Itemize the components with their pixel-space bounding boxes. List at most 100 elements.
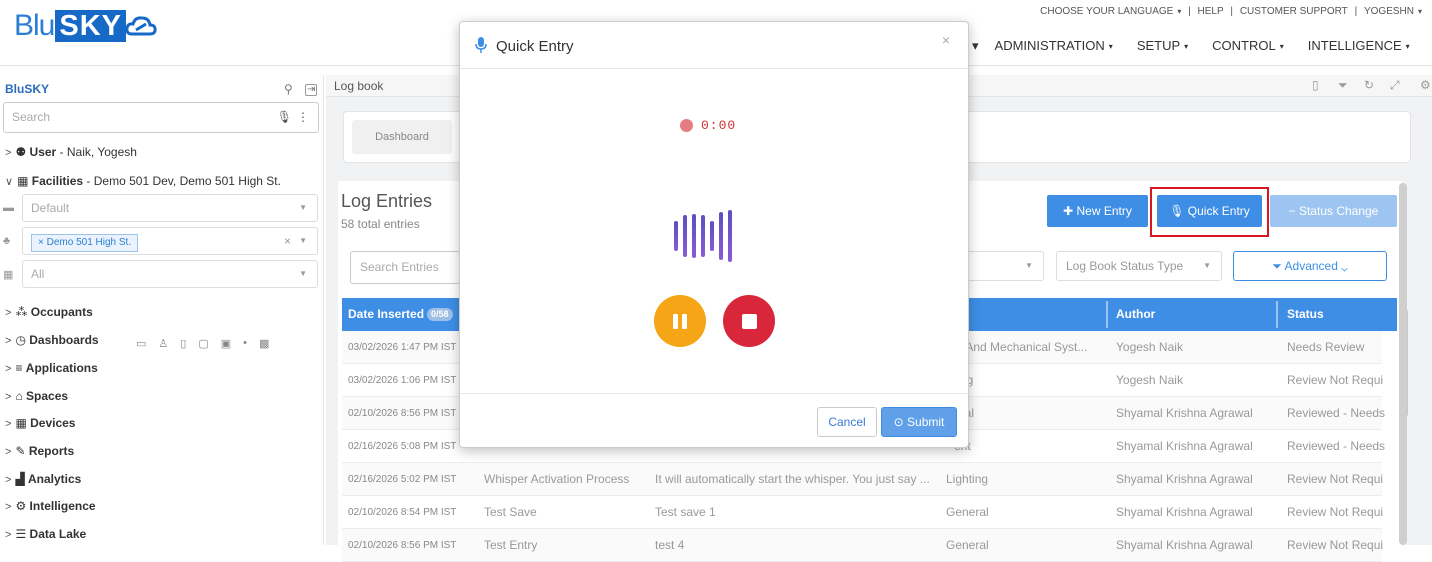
cell-description: test 4 (655, 538, 685, 552)
cell-author: Shyamal Krishna Agrawal (1116, 472, 1253, 486)
settings-icon[interactable]: ⚙ (1420, 78, 1431, 92)
pause-icon (673, 313, 678, 329)
chevron-right-icon: > (5, 418, 12, 430)
facility-multiselect[interactable]: × Demo 501 High St. × ▼ (22, 227, 318, 255)
building-icon: ▦ (17, 174, 32, 188)
check-circle-icon: ⊙ (893, 415, 908, 429)
stop-button[interactable] (723, 295, 775, 347)
status-type-placeholder: Log Book Status Type (1066, 259, 1184, 273)
save-icon[interactable]: ▣ (221, 337, 231, 350)
chevron-down-icon: ▼ (299, 269, 307, 278)
sidebar-item-devices[interactable]: > ▦ Devices (5, 416, 75, 430)
col-author[interactable]: Author (1116, 298, 1155, 331)
search-entries-input[interactable]: Search Entries (350, 251, 460, 284)
chevron-right-icon: > (5, 147, 12, 159)
cell-date: 03/02/2026 1:06 PM IST (348, 375, 457, 386)
status-change-button[interactable]: − Status Change (1270, 195, 1397, 227)
submit-button[interactable]: ⊙ Submit (881, 407, 957, 437)
cell-status: Reviewed - Needs (1287, 406, 1386, 420)
status-type-select[interactable]: Log Book Status Type ▼ (1056, 251, 1222, 281)
tab-dashboard[interactable]: Dashboard (352, 120, 452, 154)
user-menu-link[interactable]: YOGESHN (1364, 6, 1414, 17)
scrollbar-thumb[interactable] (1399, 183, 1407, 545)
hierarchy-icon: ♣ (3, 235, 11, 247)
facility-all-select[interactable]: All ▼ (22, 260, 318, 288)
tree-user[interactable]: > ⚉ User - Naik, Yogesh (5, 145, 137, 159)
pause-button[interactable] (654, 295, 706, 347)
chevron-down-icon: ▾ (1184, 42, 1189, 52)
panel-scrollbar[interactable] (1398, 169, 1408, 545)
sidebar-search-input[interactable]: Search 🎙 ⋮ (3, 102, 319, 133)
modal-title: Quick Entry (496, 38, 574, 55)
col-date-inserted[interactable]: Date Inserted 0/58 (348, 298, 453, 331)
user-icon: ⚉ (15, 145, 30, 159)
wave-bar (710, 221, 714, 251)
nav-administration[interactable]: ADMINISTRATION ▾ (983, 38, 1125, 54)
user-icon[interactable]: ♙ (158, 337, 168, 350)
refresh-icon[interactable]: ↻ (1364, 78, 1374, 92)
customer-support-link[interactable]: CUSTOMER SUPPORT (1240, 6, 1348, 17)
chevron-right-icon: > (5, 529, 12, 541)
cancel-button[interactable]: Cancel (817, 407, 877, 437)
trash-icon[interactable]: ▯ (180, 337, 186, 350)
sidebar-item-applications[interactable]: > ≡ Applications (5, 361, 98, 375)
filter-icon: ⏷ (1272, 259, 1285, 273)
cell-status: Review Not Requi (1287, 538, 1384, 552)
cell-description: Test save 1 (655, 505, 716, 519)
advanced-filter-button[interactable]: ⏷ Advanced ⌄ (1233, 251, 1387, 281)
cell-date: 02/10/2026 8:54 PM IST (348, 507, 457, 518)
sidebar-item-intelligence[interactable]: > ⚙ Intelligence (5, 499, 96, 513)
page-title: Log Entries (341, 191, 433, 211)
microphone-icon[interactable]: 🎙 (277, 103, 292, 132)
wave-bar (674, 221, 678, 251)
facility-default-select[interactable]: Default ▼ (22, 194, 318, 222)
table-row[interactable]: 02/16/2026 5:02 PM IST Whisper Activatio… (342, 463, 1383, 496)
expand-icon[interactable]: ⤢ (1390, 78, 1400, 93)
sidebar-item-dashboards[interactable]: > ◷ Dashboards (5, 333, 99, 347)
more-icon[interactable]: ⋮ (297, 103, 309, 132)
sidebar-item-analytics[interactable]: > ▟ Analytics (5, 472, 81, 486)
pause-icon (682, 313, 687, 329)
new-entry-button[interactable]: ✚ New Entry (1047, 195, 1148, 227)
tree-facilities[interactable]: ∨ ▦ Facilities - Demo 501 Dev, Demo 501 H… (5, 174, 281, 188)
quick-entry-button[interactable]: 🎙 Quick Entry (1157, 195, 1262, 227)
nav-intelligence[interactable]: INTELLIGENCE ▾ (1296, 38, 1422, 54)
facilities-label: Facilities (31, 174, 84, 188)
cell-category: General (946, 505, 989, 519)
sidebar-item-reports[interactable]: > ✎ Reports (5, 444, 74, 458)
cell-status: Review Not Requi (1287, 472, 1384, 486)
nav-dropdown-prev[interactable]: ▾ (968, 38, 983, 54)
trash-icon[interactable]: ▯ (1312, 78, 1319, 92)
table-row[interactable]: 02/10/2026 8:54 PM IST Test Save Test sa… (342, 496, 1383, 529)
timer-value: 0:00 (701, 118, 737, 133)
pin-icon[interactable]: ⇥ (305, 84, 318, 96)
col-status[interactable]: Status (1287, 298, 1324, 331)
search-icon[interactable]: ⚲ (284, 82, 293, 96)
logo-sky-text: SKY (55, 10, 126, 42)
nav-setup[interactable]: SETUP ▾ (1125, 38, 1200, 54)
nav-control[interactable]: CONTROL ▾ (1200, 38, 1296, 54)
sidebar-item-occupants[interactable]: > ⁂ Occupants (5, 305, 93, 319)
blusky-logo[interactable]: Blu SKY (14, 9, 158, 43)
close-icon[interactable]: × (942, 32, 950, 48)
filter-icon[interactable]: ⏷ (1338, 78, 1348, 93)
clear-icon[interactable]: × (284, 228, 291, 254)
copy-icon[interactable]: ▢ (198, 337, 208, 350)
language-link[interactable]: CHOOSE YOUR LANGUAGE (1040, 6, 1173, 17)
sidebar-item-data-lake[interactable]: > ☰ Data Lake (5, 527, 86, 541)
cell-category: ting (954, 364, 1109, 397)
sidebar-item-spaces[interactable]: > ⌂ Spaces (5, 389, 68, 403)
help-link[interactable]: HELP (1198, 6, 1224, 17)
cell-date: 02/10/2026 8:56 PM IST (348, 408, 457, 419)
table-row[interactable]: 02/10/2026 8:56 PM IST Test Entry test 4… (342, 529, 1383, 562)
chevron-down-icon: ⌄ (1337, 259, 1348, 273)
cell-author: Shyamal Krishna Agrawal (1116, 439, 1253, 453)
user-label: User (29, 145, 57, 159)
chevron-right-icon: > (5, 363, 12, 375)
calendar-icon[interactable]: ▭ (136, 337, 146, 350)
sidebar-item-label: Spaces (26, 389, 69, 403)
dot-icon[interactable]: • (243, 337, 247, 350)
grid-icon[interactable]: ▩ (259, 337, 269, 350)
facility-chip[interactable]: × Demo 501 High St. (31, 234, 139, 252)
stop-icon (741, 313, 757, 329)
